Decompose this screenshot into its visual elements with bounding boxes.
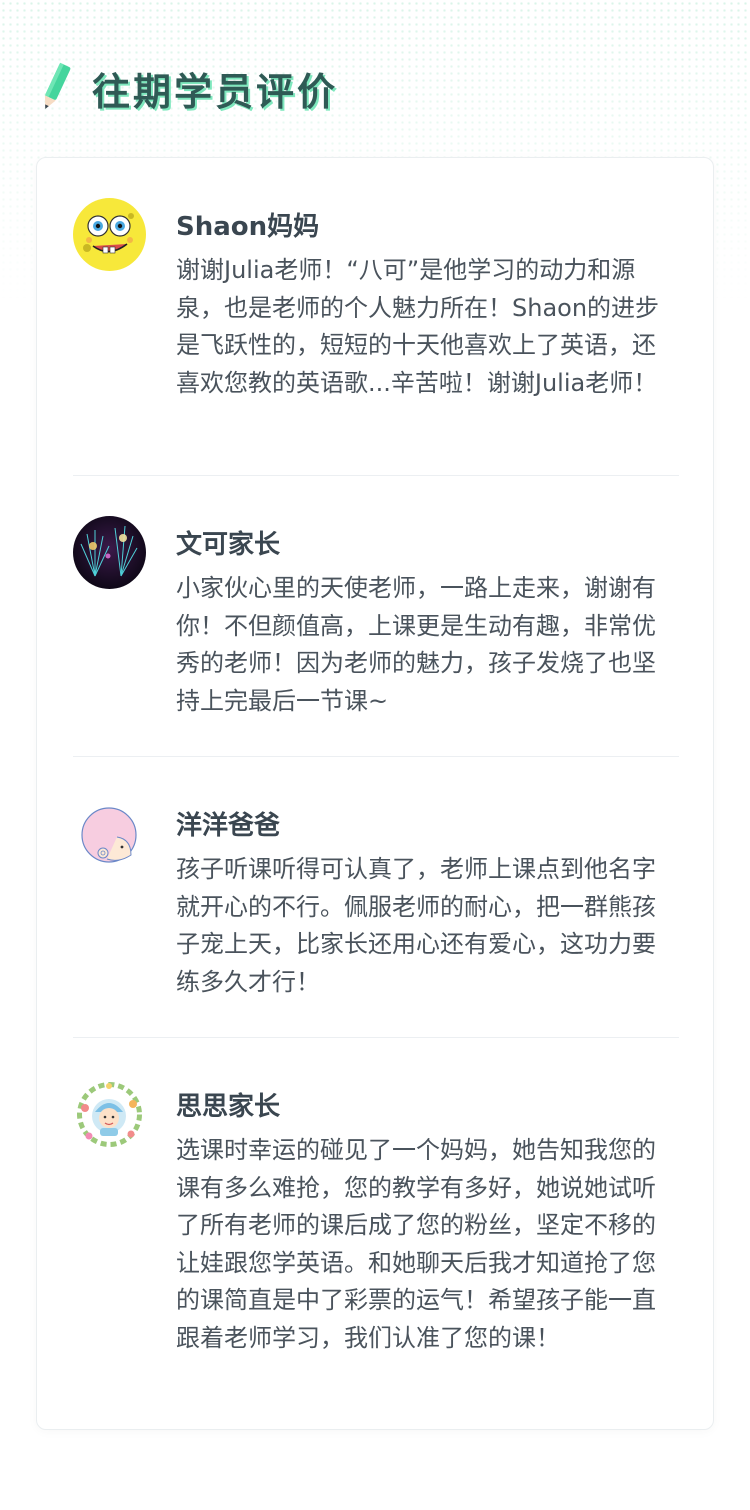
reviews-card: Shaon妈妈 谢谢Julia老师！“八可”是他学习的动力和源泉，也是老师的个人… bbox=[36, 157, 714, 1430]
review-comment: 谢谢Julia老师！“八可”是他学习的动力和源泉，也是老师的个人魅力所在！Sha… bbox=[176, 256, 660, 397]
pencil-icon bbox=[44, 62, 71, 109]
reviewer-name: 文可家长 bbox=[176, 530, 281, 560]
review-comment: 选课时幸运的碰见了一个妈妈，她告知我您的课有多么难抢，您的教学有多好，她说她试听… bbox=[176, 1136, 656, 1352]
reviewer-name: 思思家长 bbox=[176, 1092, 281, 1122]
flower-wreath-baby-avatar[interactable] bbox=[73, 1078, 146, 1151]
cartoon-baby-avatar[interactable] bbox=[73, 797, 146, 870]
spongebob-avatar[interactable] bbox=[73, 198, 146, 271]
review-comment: 孩子听课听得可认真了，老师上课点到他名字就开心的不行。佩服老师的耐心，把一群熊孩… bbox=[176, 855, 656, 996]
reviewer-name: Shaon妈妈 bbox=[176, 212, 320, 242]
divider bbox=[73, 1037, 679, 1038]
divider bbox=[73, 475, 679, 476]
divider bbox=[73, 756, 679, 757]
section-header: 往期学员评价 bbox=[36, 58, 338, 118]
fireworks-avatar[interactable] bbox=[73, 516, 146, 589]
review-comment: 小家伙心里的天使老师，一路上走来，谢谢有你！不但颜值高，上课更是生动有趣，非常优… bbox=[176, 574, 656, 715]
reviewer-name: 洋洋爸爸 bbox=[176, 811, 281, 841]
section-title: 往期学员评价 bbox=[92, 69, 339, 114]
